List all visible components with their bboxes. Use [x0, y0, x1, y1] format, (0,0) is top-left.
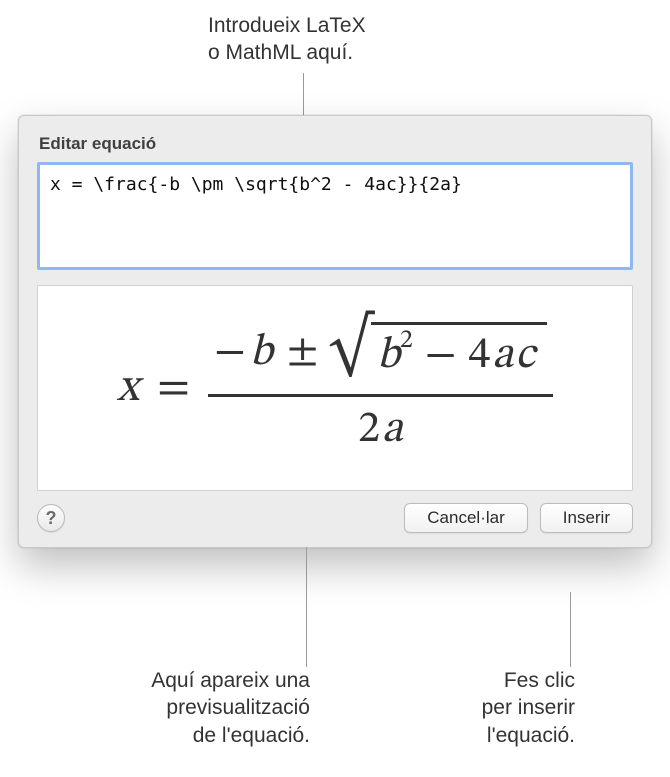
callout-preview-line2: previsualització	[166, 696, 310, 719]
preview-c: c	[515, 329, 535, 384]
preview-b1: b	[250, 326, 273, 381]
preview-minus: −	[214, 326, 246, 381]
preview-plusminus: ±	[287, 326, 319, 381]
preview-numerator: − b ± √ b 2 − 4 a c	[208, 318, 553, 394]
callout-input-line1: Introdueix LaTeX	[208, 14, 366, 37]
preview-two: 2	[358, 408, 380, 452]
equation-input[interactable]	[37, 162, 633, 270]
leader-line-preview	[306, 547, 307, 667]
preview-equals: =	[157, 359, 190, 417]
callout-insert-line3: l'equació.	[487, 724, 575, 747]
preview-a2: a	[382, 408, 403, 452]
insert-button[interactable]: Inserir	[540, 503, 633, 533]
preview-x: x	[117, 359, 139, 417]
equation-preview: x = − b ± √ b 2 − 4 a c	[37, 285, 633, 491]
callout-insert-line2: per inserir	[482, 696, 575, 719]
callout-insert-line1: Fes clic	[504, 669, 575, 692]
equation-render: x = − b ± √ b 2 − 4 a c	[117, 318, 553, 458]
sqrt-icon: √	[328, 329, 372, 368]
preview-a: a	[492, 329, 513, 384]
dialog-title: Editar equació	[37, 134, 633, 154]
preview-denominator: 2a	[358, 397, 403, 458]
callout-input: Introdueix LaTeX o MathML aquí.	[208, 12, 366, 67]
leader-line-insert	[570, 592, 571, 667]
help-icon: ?	[46, 508, 57, 529]
callout-input-line2: o MathML aquí.	[208, 41, 353, 64]
edit-equation-dialog: Editar equació x = − b ± √ b 2 − 4	[18, 115, 652, 548]
dialog-button-row: ? Cancel·lar Inserir	[37, 503, 633, 533]
callout-preview-line1: Aquí apareix una	[151, 669, 310, 692]
callout-preview: Aquí apareix una previsualització de l'e…	[100, 667, 310, 749]
preview-b2: b	[377, 329, 400, 384]
preview-fraction: − b ± √ b 2 − 4 a c	[208, 318, 553, 458]
preview-sup2: 2	[400, 325, 413, 358]
help-button[interactable]: ?	[37, 504, 65, 532]
preview-four: 4	[468, 329, 490, 384]
preview-minus2: −	[425, 329, 457, 384]
callout-insert: Fes clic per inserir l'equació.	[445, 667, 575, 749]
preview-sqrt: √ b 2 − 4 a c	[328, 322, 547, 384]
cancel-button[interactable]: Cancel·lar	[404, 503, 527, 533]
preview-radicand: b 2 − 4 a c	[371, 322, 547, 384]
callout-preview-line3: de l'equació.	[193, 724, 310, 747]
